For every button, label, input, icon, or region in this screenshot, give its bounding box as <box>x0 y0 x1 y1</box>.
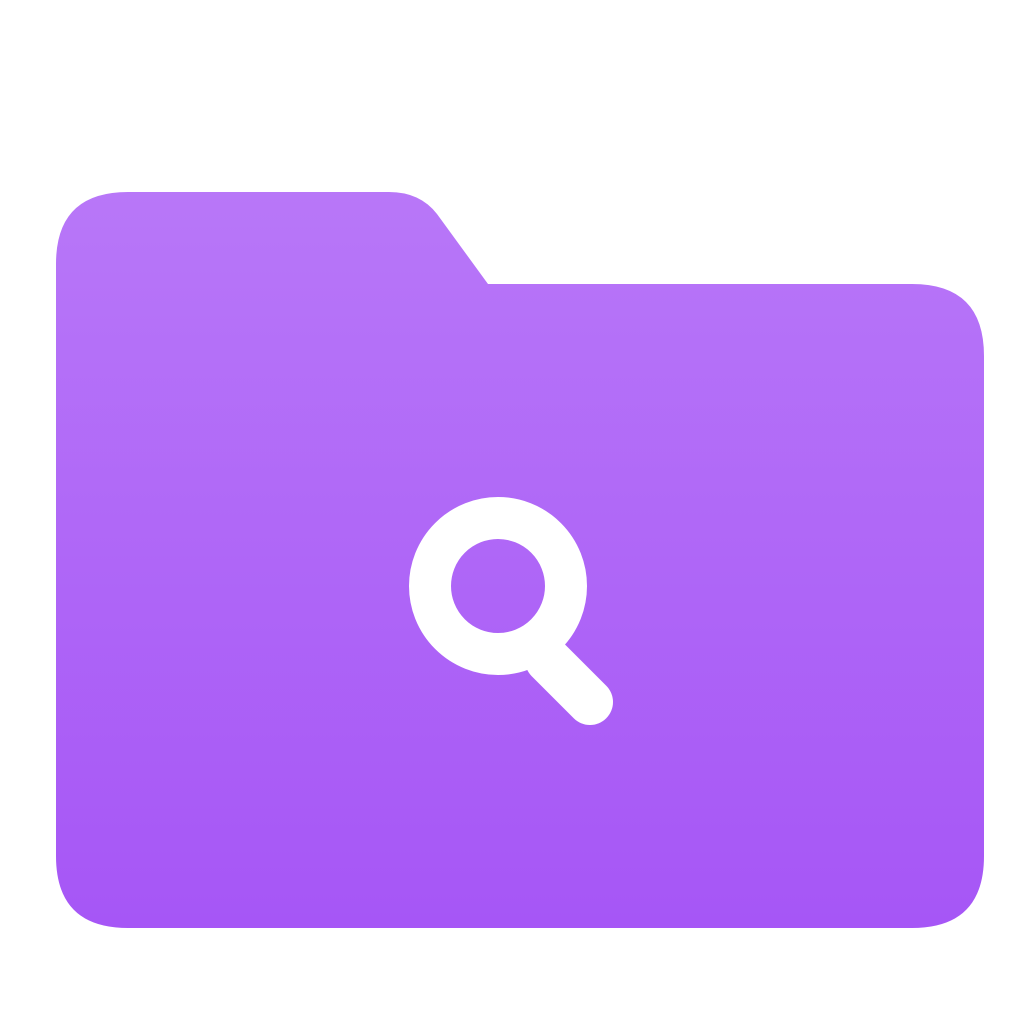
search-folder-icon <box>56 192 984 928</box>
icon-canvas <box>0 0 1024 1024</box>
folder-body <box>56 192 984 928</box>
magnifier-handle <box>525 637 613 725</box>
